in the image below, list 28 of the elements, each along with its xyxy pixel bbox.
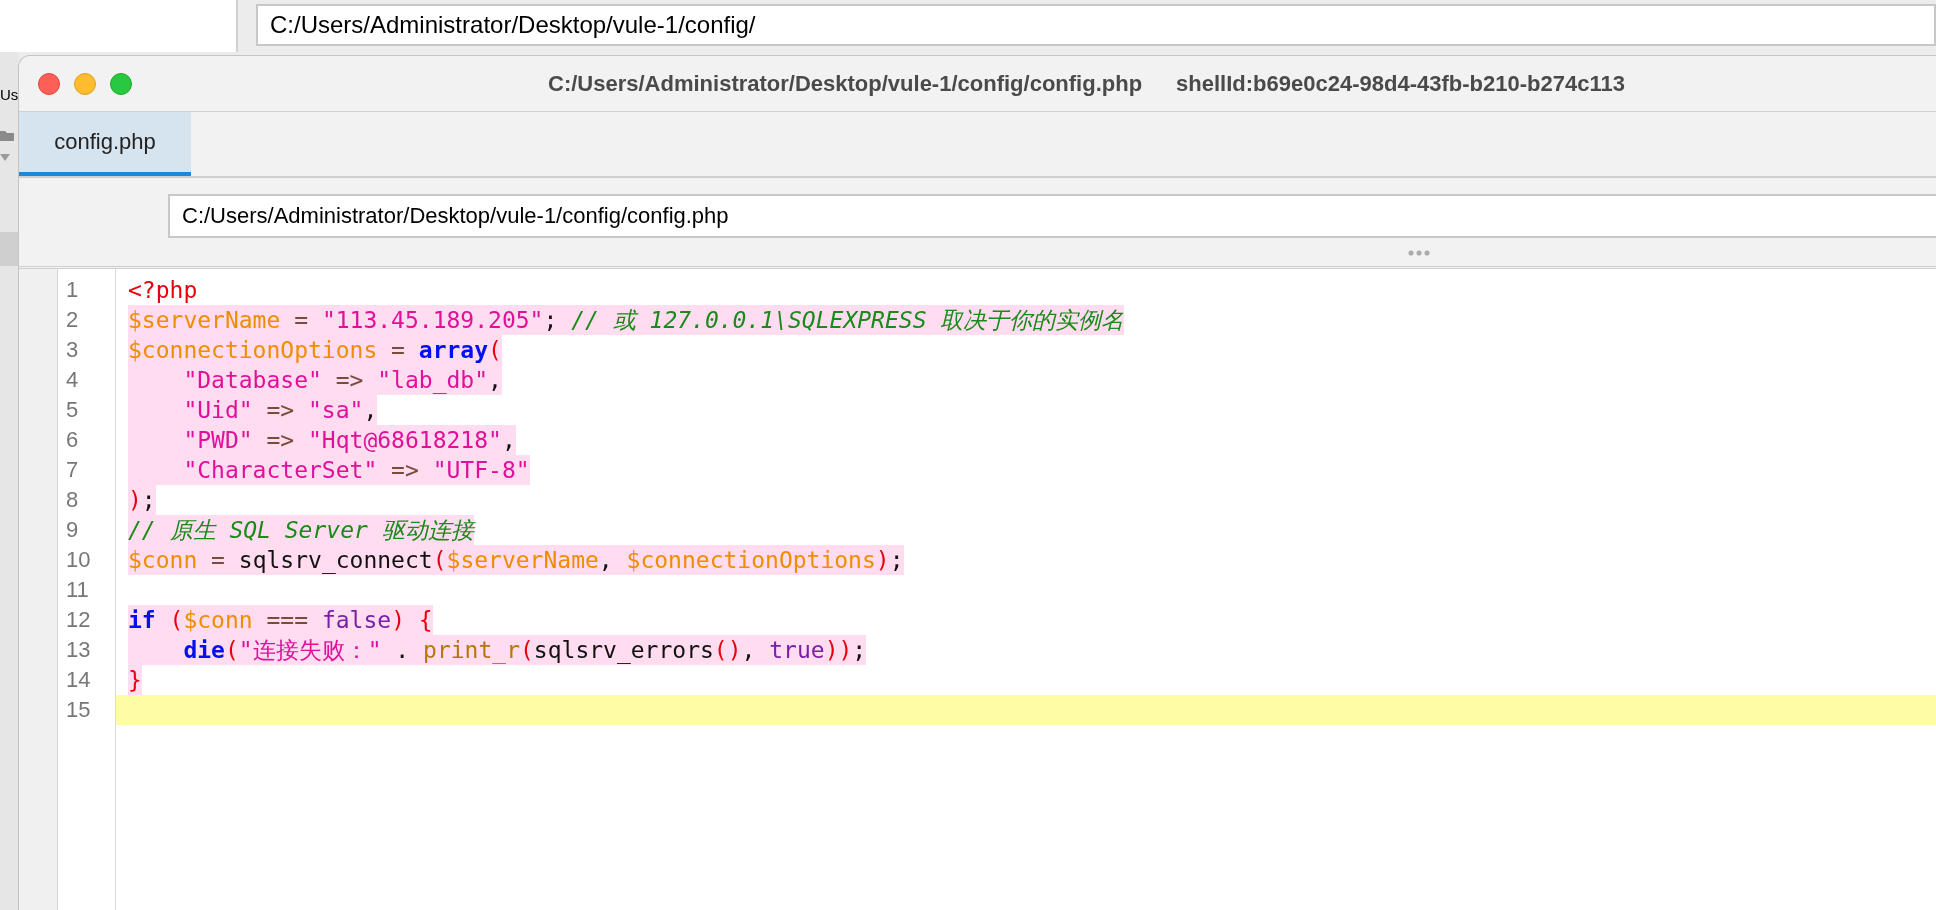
line-number: 8	[65, 486, 80, 514]
caret-icon	[0, 152, 10, 162]
close-button[interactable]	[38, 72, 60, 95]
line-number: 3	[65, 336, 80, 364]
file-tab[interactable]: config.php	[19, 112, 191, 176]
path-field[interactable]: C:/Users/Administrator/Desktop/vule-1/config/config.php	[168, 194, 1936, 238]
line-number: 5	[65, 396, 80, 424]
path-field[interactable]: C:/Users/Administrator/Desktop/vule-1/config/	[256, 4, 1936, 46]
minimize-button[interactable]	[74, 72, 96, 95]
line-number: 10	[65, 546, 92, 574]
line-number: 13	[65, 636, 92, 664]
line-number: 7	[65, 456, 80, 484]
line-number: 6	[65, 426, 80, 454]
line-number: 9	[65, 516, 80, 544]
line-number: 2	[65, 306, 80, 334]
line-number: 12	[65, 606, 92, 634]
sidebar-label: Us	[0, 86, 19, 103]
resize-handle-icon[interactable]	[1408, 250, 1430, 256]
shell-id: shellId:b69e0c24-98d4-43fb-b210-b274c113	[1176, 70, 1625, 97]
line-number: 4	[65, 366, 80, 394]
maximize-button[interactable]	[110, 72, 132, 95]
line-number: 14	[65, 666, 92, 694]
line-number: 15	[65, 696, 92, 724]
line-number: 1	[65, 276, 80, 304]
folder-icon	[0, 128, 14, 142]
line-number: 11	[65, 576, 90, 604]
window-title: C:/Users/Administrator/Desktop/vule-1/config/config.php	[548, 70, 1143, 97]
code-line: <?php	[128, 276, 198, 305]
